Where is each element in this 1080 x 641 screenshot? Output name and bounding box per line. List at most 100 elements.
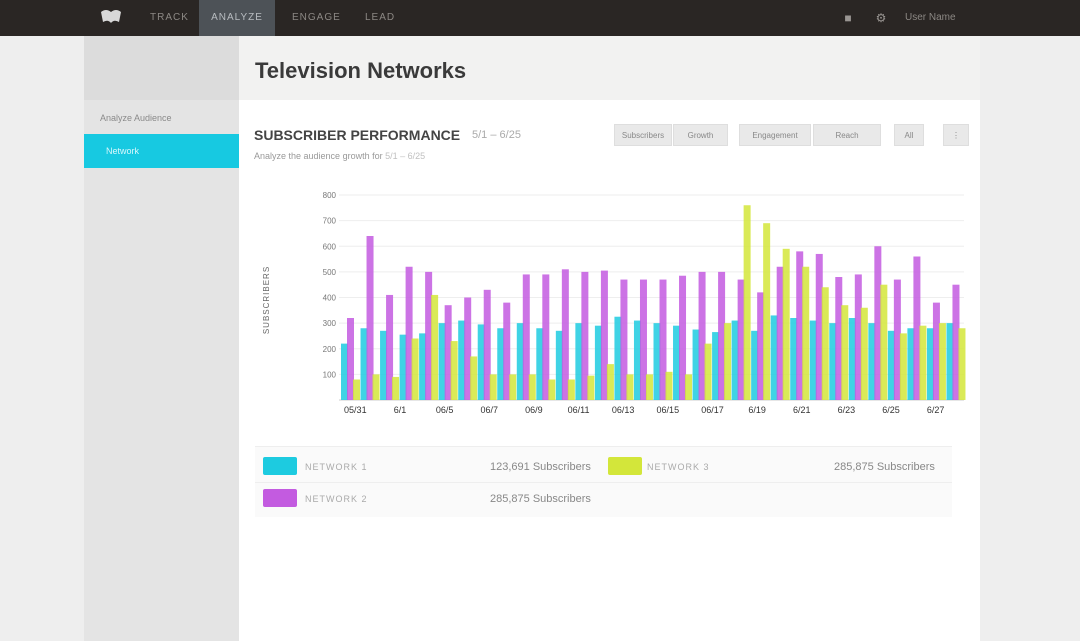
bar-network-3 bbox=[763, 223, 771, 400]
notifications-icon[interactable]: ■ bbox=[840, 10, 856, 26]
bar-network-3 bbox=[509, 374, 517, 400]
y-tick-label: 300 bbox=[323, 319, 337, 328]
bar-network-1 bbox=[614, 316, 622, 400]
user-menu[interactable]: User Name bbox=[905, 0, 956, 36]
bar-network-2 bbox=[600, 270, 608, 400]
bar-network-3 bbox=[587, 375, 595, 400]
bar-network-1 bbox=[399, 334, 407, 400]
bar-network-3 bbox=[685, 374, 693, 400]
bar-network-1 bbox=[594, 325, 602, 400]
y-tick-label: 100 bbox=[323, 370, 337, 379]
bar-network-1 bbox=[926, 328, 934, 400]
bar-network-2 bbox=[893, 279, 901, 400]
legend-row: NETWORK 2 285,875 Subscribers bbox=[255, 482, 952, 513]
bar-network-3 bbox=[860, 307, 868, 400]
bar-network-2 bbox=[386, 294, 394, 400]
legend-label-network1: NETWORK 1 bbox=[305, 462, 368, 472]
bar-network-1 bbox=[770, 315, 778, 400]
x-tick-label: 6/25 bbox=[882, 405, 900, 415]
bar-network-2 bbox=[874, 246, 882, 400]
x-tick-label: 06/5 bbox=[436, 405, 454, 415]
bar-network-1 bbox=[790, 318, 798, 400]
bar-network-2 bbox=[561, 269, 569, 400]
bar-network-2 bbox=[815, 253, 823, 400]
bar-network-2 bbox=[952, 284, 960, 400]
x-tick-label: 6/1 bbox=[394, 405, 407, 415]
bar-network-1 bbox=[731, 320, 739, 400]
legend-label-network2: NETWORK 2 bbox=[305, 494, 368, 504]
nav-item-lead[interactable]: LEAD bbox=[365, 0, 395, 36]
bar-network-2 bbox=[405, 266, 413, 400]
nav-item-engage[interactable]: ENGAGE bbox=[292, 0, 340, 36]
bar-network-3 bbox=[958, 328, 966, 400]
x-tick-label: 6/21 bbox=[793, 405, 811, 415]
legend-row: NETWORK 1 123,691 Subscribers NETWORK 3 … bbox=[255, 451, 952, 481]
bar-network-1 bbox=[555, 330, 563, 400]
bar-network-3 bbox=[645, 374, 653, 400]
bar-network-1 bbox=[829, 323, 837, 400]
bar-network-1 bbox=[341, 343, 348, 400]
bar-network-2 bbox=[835, 277, 843, 400]
x-tick-label: 06/9 bbox=[525, 405, 543, 415]
bar-network-2 bbox=[639, 279, 647, 400]
bar-network-1 bbox=[575, 323, 583, 400]
bar-network-3 bbox=[372, 374, 380, 400]
bar-network-3 bbox=[841, 305, 849, 400]
bar-network-3 bbox=[782, 248, 790, 400]
x-tick-label: 06/15 bbox=[657, 405, 680, 415]
bar-network-2 bbox=[542, 274, 550, 400]
y-tick-label: 800 bbox=[323, 191, 337, 200]
bar-network-3 bbox=[802, 266, 810, 400]
bar-network-2 bbox=[737, 279, 745, 400]
page-title: Television Networks bbox=[255, 58, 467, 83]
subscriber-performance-chart: 100 200 300 400 500 600 700 800 SUBSCRIBERS 05/31… bbox=[262, 191, 966, 415]
legend-swatch-network2 bbox=[263, 489, 297, 507]
bar-network-2 bbox=[581, 271, 589, 400]
legend-label-network3: NETWORK 3 bbox=[647, 462, 710, 472]
bar-network-1 bbox=[380, 330, 388, 400]
sidebar-item-label: Network bbox=[106, 146, 140, 156]
legend-value-network2: 285,875 Subscribers bbox=[490, 493, 591, 505]
bar-network-3 bbox=[704, 343, 712, 400]
bar-network-3 bbox=[489, 374, 497, 400]
bar-network-2 bbox=[718, 271, 726, 400]
bar-network-1 bbox=[868, 323, 876, 400]
x-tick-label: 06/13 bbox=[612, 405, 635, 415]
bar-network-3 bbox=[353, 379, 360, 400]
bar-network-3 bbox=[743, 205, 751, 400]
x-tick-label: 06/17 bbox=[701, 405, 724, 415]
bar-network-2 bbox=[932, 302, 940, 400]
bar-network-2 bbox=[366, 236, 374, 400]
sidebar-header bbox=[84, 36, 239, 100]
legend-value-network1: 123,691 Subscribers bbox=[490, 461, 591, 473]
settings-gear-icon[interactable]: ⚙ bbox=[873, 10, 889, 26]
bar-network-2 bbox=[522, 274, 530, 400]
top-navigation-bar: TRACK ANALYZE ENGAGE LEAD ■ ⚙ User Name bbox=[0, 0, 1080, 36]
bar-network-1 bbox=[458, 320, 466, 400]
bar-network-1 bbox=[809, 320, 817, 400]
bar-network-1 bbox=[497, 328, 505, 400]
legend-swatch-network1 bbox=[263, 457, 297, 475]
nav-item-track[interactable]: TRACK bbox=[150, 0, 190, 36]
bar-network-3 bbox=[919, 325, 927, 400]
bar-network-2 bbox=[503, 302, 511, 400]
sidebar-section-label: Analyze Audience bbox=[100, 113, 172, 123]
bar-network-1 bbox=[360, 328, 368, 400]
bar-network-3 bbox=[626, 374, 634, 400]
y-tick-label: 700 bbox=[323, 217, 337, 226]
bar-network-1 bbox=[848, 318, 856, 400]
x-tick-label: 05/31 bbox=[344, 405, 367, 415]
sidebar-item-network[interactable]: Network bbox=[84, 134, 239, 168]
bar-network-3 bbox=[470, 356, 478, 400]
bar-network-1 bbox=[907, 328, 915, 400]
brand-logo-icon[interactable] bbox=[98, 8, 124, 26]
nav-item-analyze[interactable]: ANALYZE bbox=[199, 0, 275, 36]
bar-network-2 bbox=[444, 305, 452, 400]
bar-network-3 bbox=[450, 341, 458, 400]
x-tick-label: 6/27 bbox=[927, 405, 945, 415]
y-tick-label: 400 bbox=[323, 294, 337, 303]
bar-network-2 bbox=[347, 318, 354, 400]
bar-network-1 bbox=[673, 325, 681, 400]
sidebar: Analyze Audience Network bbox=[84, 36, 239, 641]
bar-network-3 bbox=[606, 364, 614, 400]
